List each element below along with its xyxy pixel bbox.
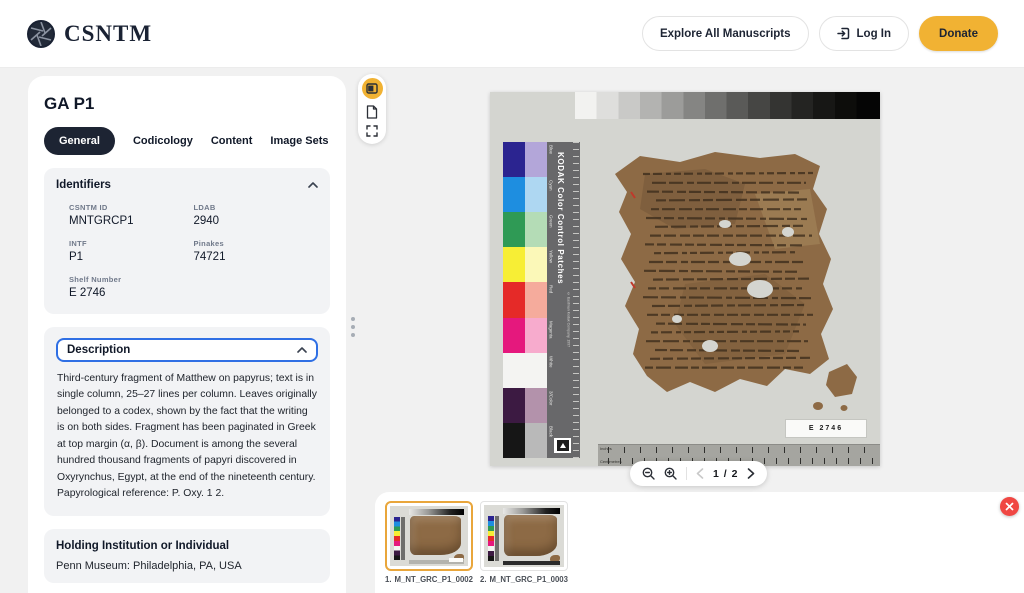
gallery-view-button[interactable] bbox=[362, 78, 383, 99]
explore-all-manuscripts-button[interactable]: Explore All Manuscripts bbox=[642, 16, 809, 51]
nav-actions: Explore All Manuscripts Log In Donate bbox=[642, 16, 998, 51]
thumbnail-caption: 1. M_NT_GRC_P1_0002 bbox=[385, 575, 473, 584]
gallery-view-icon bbox=[366, 83, 378, 94]
thumbnail-image bbox=[385, 501, 473, 571]
kodak-patch bbox=[503, 142, 525, 177]
kodak-patch bbox=[525, 353, 547, 388]
panel-resize-handle[interactable] bbox=[351, 317, 355, 337]
kodak-patch bbox=[503, 177, 525, 212]
identifier-field: Shelf Number E 2746 bbox=[69, 275, 194, 299]
previous-page-button[interactable] bbox=[696, 468, 704, 479]
kodak-patch bbox=[503, 282, 525, 317]
identifiers-header[interactable]: Identifiers bbox=[56, 179, 318, 191]
kodak-patch bbox=[503, 247, 525, 282]
description-text: Third-century fragment of Matthew on pap… bbox=[56, 371, 318, 505]
zoom-in-button[interactable] bbox=[664, 467, 677, 480]
holding-value: Penn Museum: Philadelphia, PA, USA bbox=[56, 560, 318, 572]
kodak-patch bbox=[503, 388, 525, 423]
kodak-patch bbox=[525, 423, 547, 458]
tab-content[interactable]: Content bbox=[211, 127, 253, 155]
identifier-field: INTF P1 bbox=[69, 239, 194, 263]
description-heading: Description bbox=[67, 344, 130, 356]
detail-tabs: General Codicology Content Image Sets bbox=[44, 127, 330, 155]
brand-logo[interactable]: CSNTM bbox=[26, 19, 152, 49]
next-page-button[interactable] bbox=[747, 468, 755, 479]
viewer-toolbar bbox=[358, 74, 386, 144]
papyrus-fragment bbox=[585, 134, 865, 424]
identifier-field: Pinakes 74721 bbox=[194, 239, 319, 263]
fullscreen-button[interactable] bbox=[366, 125, 378, 137]
identifier-field: LDAB 2940 bbox=[194, 203, 319, 227]
chevron-left-icon bbox=[696, 468, 704, 479]
thumbnail-list: 1. M_NT_GRC_P1_0002 2. M_NT_GRC_P1_0003 bbox=[385, 501, 1024, 584]
chevron-up-icon bbox=[297, 347, 307, 353]
page-icon bbox=[366, 105, 378, 119]
brand-name: CSNTM bbox=[64, 21, 152, 47]
description-section: Description Third-century fragment of Ma… bbox=[44, 327, 330, 516]
kodak-patch bbox=[525, 142, 547, 177]
thumbnail-caption: 2. M_NT_GRC_P1_0003 bbox=[480, 575, 568, 584]
chevron-right-icon bbox=[747, 468, 755, 479]
kodak-patch bbox=[503, 318, 525, 353]
kodak-ruler-strip: BlueCyanGreenYellowRedMagentaWhite3/Colo… bbox=[547, 142, 580, 458]
kodak-patch bbox=[503, 212, 525, 247]
identifiers-heading: Identifiers bbox=[56, 179, 111, 191]
viewer-pager: 1 / 2 bbox=[630, 461, 767, 486]
thumbnail-image bbox=[480, 501, 568, 571]
identifier-fields: CSNTM ID MNTGRCP1 LDAB 2940 INTF P1 Pina… bbox=[56, 191, 318, 303]
page-title: GA P1 bbox=[44, 94, 330, 114]
kodak-title: KODAK Color Control Patches bbox=[556, 152, 564, 284]
kodak-names: BlueCyanGreenYellowRedMagentaWhite3/Colo… bbox=[548, 142, 556, 458]
holding-heading: Holding Institution or Individual bbox=[56, 540, 318, 552]
login-button[interactable]: Log In bbox=[819, 16, 910, 51]
tab-general[interactable]: General bbox=[44, 127, 115, 155]
identifiers-section: Identifiers CSNTM ID MNTGRCP1 LDAB 2940 … bbox=[44, 168, 330, 314]
kodak-patch bbox=[525, 318, 547, 353]
zoom-out-button[interactable] bbox=[642, 467, 655, 480]
login-icon bbox=[837, 27, 850, 40]
manuscript-details-panel: GA P1 General Codicology Content Image S… bbox=[28, 76, 346, 593]
close-filmstrip-button[interactable] bbox=[1000, 497, 1019, 516]
kodak-patch bbox=[503, 353, 525, 388]
kodak-patch bbox=[525, 388, 547, 423]
chevron-up-icon bbox=[308, 182, 318, 188]
top-nav: CSNTM Explore All Manuscripts Log In Don… bbox=[0, 0, 1024, 68]
donate-button[interactable]: Donate bbox=[919, 16, 998, 51]
kodak-patch bbox=[525, 282, 547, 317]
page-indicator: 1 / 2 bbox=[713, 468, 738, 480]
kodak-ruler-ticks bbox=[573, 142, 579, 458]
zoom-in-icon bbox=[664, 467, 677, 480]
manuscript-image[interactable]: BlueCyanGreenYellowRedMagentaWhite3/Colo… bbox=[490, 92, 880, 466]
close-icon bbox=[1005, 502, 1014, 511]
thumbnail-2[interactable]: 2. M_NT_GRC_P1_0003 bbox=[480, 501, 568, 584]
thumbnail-1[interactable]: 1. M_NT_GRC_P1_0002 bbox=[385, 501, 473, 584]
csntm-logo-icon bbox=[26, 19, 56, 49]
shelf-number-label: E 2746 bbox=[786, 420, 866, 437]
login-label: Log In bbox=[857, 28, 892, 40]
kodak-patch-grid bbox=[503, 142, 547, 458]
kodak-logo-icon bbox=[554, 438, 571, 453]
description-header[interactable]: Description bbox=[56, 338, 318, 362]
tab-image-sets[interactable]: Image Sets bbox=[270, 127, 328, 155]
filmstrip-panel: 1. M_NT_GRC_P1_0002 2. M_NT_GRC_P1_0003 bbox=[375, 492, 1024, 593]
tab-codicology[interactable]: Codicology bbox=[133, 127, 193, 155]
kodak-copyright: © Eastman Kodak Company, 1997 bbox=[566, 292, 570, 347]
kodak-patch bbox=[503, 423, 525, 458]
grayscale-calibration-bar bbox=[575, 92, 880, 119]
kodak-patch bbox=[525, 247, 547, 282]
fullscreen-icon bbox=[366, 125, 378, 137]
single-page-button[interactable] bbox=[366, 105, 378, 119]
kodak-patch bbox=[525, 212, 547, 247]
kodak-patch bbox=[525, 177, 547, 212]
zoom-out-icon bbox=[642, 467, 655, 480]
identifier-field: CSNTM ID MNTGRCP1 bbox=[69, 203, 194, 227]
holding-institution-section: Holding Institution or Individual Penn M… bbox=[44, 529, 330, 583]
